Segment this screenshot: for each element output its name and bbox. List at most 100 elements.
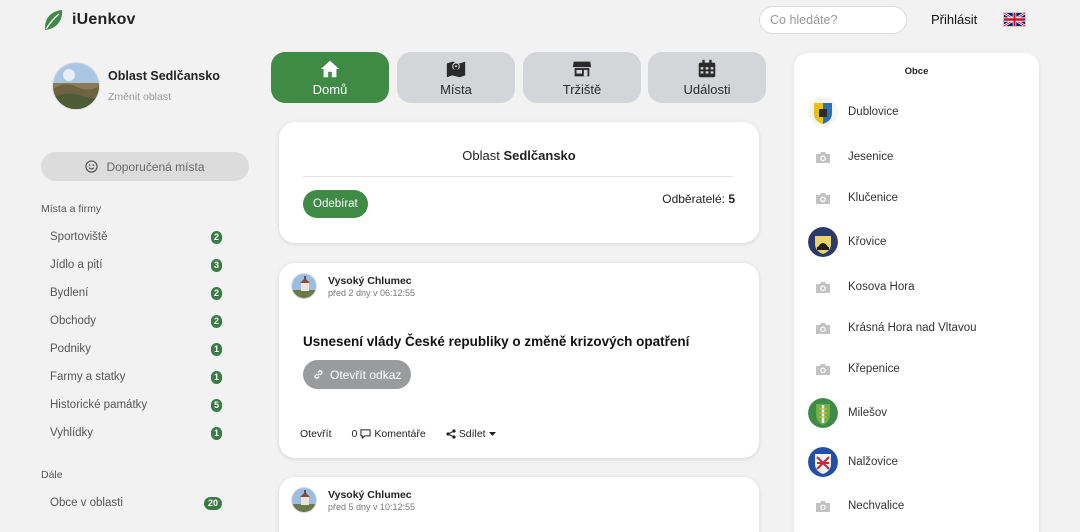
share-button[interactable]: Sdílet: [446, 428, 496, 440]
calendar-icon: [698, 59, 716, 78]
tab-places[interactable]: Místa: [397, 52, 515, 103]
region-header: Oblast Sedlčansko Změnit oblast: [52, 62, 220, 110]
tab-label: Místa: [440, 82, 472, 97]
sidebar-item-farmy[interactable]: Farmy a statky 1: [50, 363, 222, 391]
sidebar-item-vyhlidky[interactable]: Vyhlídky 1: [50, 419, 222, 447]
author-avatar: [291, 487, 317, 513]
tab-label: Tržiště: [562, 82, 602, 97]
open-post-button[interactable]: Otevřít: [300, 428, 332, 440]
recommended-places-label: Doporučená místa: [106, 159, 205, 174]
count-badge: 2: [210, 314, 222, 328]
municipality-name: Jesenice: [848, 151, 894, 163]
divider: [303, 176, 733, 177]
camera-icon: [808, 183, 838, 213]
tab-label: Události: [683, 82, 731, 97]
municipality-item[interactable]: Nalžovice: [808, 447, 898, 477]
smile-icon: [85, 160, 99, 173]
sidebar-item-label: Podniky: [50, 343, 91, 355]
municipality-name: Křovice: [848, 236, 887, 248]
logo-text: iUenkov: [72, 11, 136, 28]
share-icon: [446, 429, 456, 439]
comment-icon: [360, 429, 371, 439]
region-card-title: Oblast Sedlčansko: [279, 148, 759, 163]
tab-events[interactable]: Události: [648, 52, 766, 103]
nalzovice-crest-icon: [808, 447, 838, 477]
sidebar-item-podniky[interactable]: Podniky 1: [50, 335, 222, 363]
municipality-item[interactable]: Kosova Hora: [808, 272, 914, 302]
tab-market[interactable]: Tržiště: [523, 52, 641, 103]
map-icon: [446, 61, 466, 78]
subscribers-number: 5: [728, 192, 735, 206]
camera-icon: [808, 491, 838, 521]
municipality-item[interactable]: Krásná Hora nad Vltavou: [808, 313, 977, 343]
municipality-item[interactable]: Dublovice: [808, 97, 899, 127]
municipality-item[interactable]: Křepenice: [808, 354, 900, 384]
post-card: Vysoký Chlumec před 2 dny v 06:12:55 Usn…: [279, 263, 759, 458]
municipality-name: Milešov: [848, 407, 887, 419]
municipality-name: Nalžovice: [848, 456, 898, 468]
sidebar-item-label: Obce v oblasti: [50, 497, 123, 509]
comments-button[interactable]: 0 Komentáře: [352, 428, 426, 440]
camera-icon: [808, 354, 838, 384]
comments-count: 0: [351, 428, 358, 440]
change-region-link[interactable]: Změnit oblast: [108, 91, 220, 103]
author-name: Vysoký Chlumec: [328, 488, 412, 501]
municipality-item[interactable]: Jesenice: [808, 142, 893, 172]
count-badge: 1: [210, 426, 222, 440]
municipality-name: Nechvalice: [848, 500, 905, 512]
more-list: Obce v oblasti 20: [50, 489, 222, 517]
sidebar-item-obce[interactable]: Obce v oblasti 20: [50, 489, 222, 517]
section-title-more: Dále: [41, 469, 63, 481]
municipality-name: Klučenice: [848, 192, 898, 204]
municipality-name: Dublovice: [848, 106, 899, 118]
municipality-name: Kosova Hora: [848, 281, 915, 293]
sidebar-item-label: Jídlo a pití: [50, 259, 103, 271]
recommended-places-button[interactable]: Doporučená místa: [41, 152, 249, 181]
logo[interactable]: iUenkov: [42, 8, 136, 32]
dublovice-crest-icon: [808, 97, 838, 127]
post-actions: Otevřít 0 Komentáře Sdílet: [300, 428, 496, 440]
subscribe-button[interactable]: Odebírat: [303, 190, 368, 218]
count-badge: 2: [210, 286, 222, 300]
municipality-item[interactable]: Klučenice: [808, 183, 898, 213]
post-author[interactable]: Vysoký Chlumec před 5 dny v 10:12:55: [291, 487, 415, 513]
sidebar-item-label: Bydlení: [50, 287, 89, 299]
camera-icon: [808, 142, 838, 172]
uk-flag-icon[interactable]: [1003, 12, 1026, 27]
author-avatar: [291, 273, 317, 299]
sidebar-item-pamatky[interactable]: Historické památky 5: [50, 391, 222, 419]
count-badge: 3: [210, 258, 222, 272]
tab-home[interactable]: Domů: [271, 52, 389, 103]
subscribers-count: Odběratelé: 5: [662, 192, 735, 206]
municipalities-panel: Obce Dublovice Jesenice Klučenice Křovic…: [794, 53, 1039, 532]
municipality-item[interactable]: Nechvalice: [808, 491, 904, 521]
sidebar-item-sportoviste[interactable]: Sportoviště 2: [50, 223, 222, 251]
count-badge: 1: [210, 370, 222, 384]
sidebar-item-label: Sportoviště: [50, 231, 108, 243]
open-link-label: Otevřít odkaz: [330, 367, 402, 382]
count-badge: 2: [210, 230, 222, 244]
municipality-item[interactable]: Křovice: [808, 227, 886, 257]
tab-label: Domů: [312, 82, 348, 97]
sidebar-item-label: Obchody: [50, 315, 97, 327]
section-title-places: Místa a firmy: [41, 203, 102, 215]
post-title: Usnesení vlády České republiky o změně k…: [303, 334, 690, 349]
municipalities-title: Obce: [904, 66, 929, 77]
municipality-name: Krásná Hora nad Vltavou: [848, 322, 977, 334]
region-card-title-bold: Sedlčansko: [503, 148, 576, 163]
post-author[interactable]: Vysoký Chlumec před 2 dny v 06:12:55: [291, 273, 415, 299]
sidebar-item-jidlo[interactable]: Jídlo a pití 3: [50, 251, 222, 279]
open-link-button[interactable]: Otevřít odkaz: [303, 360, 412, 389]
municipality-item[interactable]: Milešov: [808, 398, 887, 428]
region-card-title-prefix: Oblast: [462, 148, 500, 163]
post-timestamp: před 2 dny v 06:12:55: [328, 287, 416, 298]
region-name: Oblast Sedlčansko: [108, 69, 220, 83]
sidebar-item-bydleni[interactable]: Bydlení 2: [50, 279, 222, 307]
milesov-crest-icon: [808, 398, 838, 428]
login-button[interactable]: Přihlásit: [931, 12, 977, 27]
camera-icon: [808, 313, 838, 343]
count-badge: 5: [210, 398, 222, 412]
sidebar-item-obchody[interactable]: Obchody 2: [50, 307, 222, 335]
count-badge: 1: [210, 342, 222, 356]
search-input[interactable]: [759, 6, 907, 34]
